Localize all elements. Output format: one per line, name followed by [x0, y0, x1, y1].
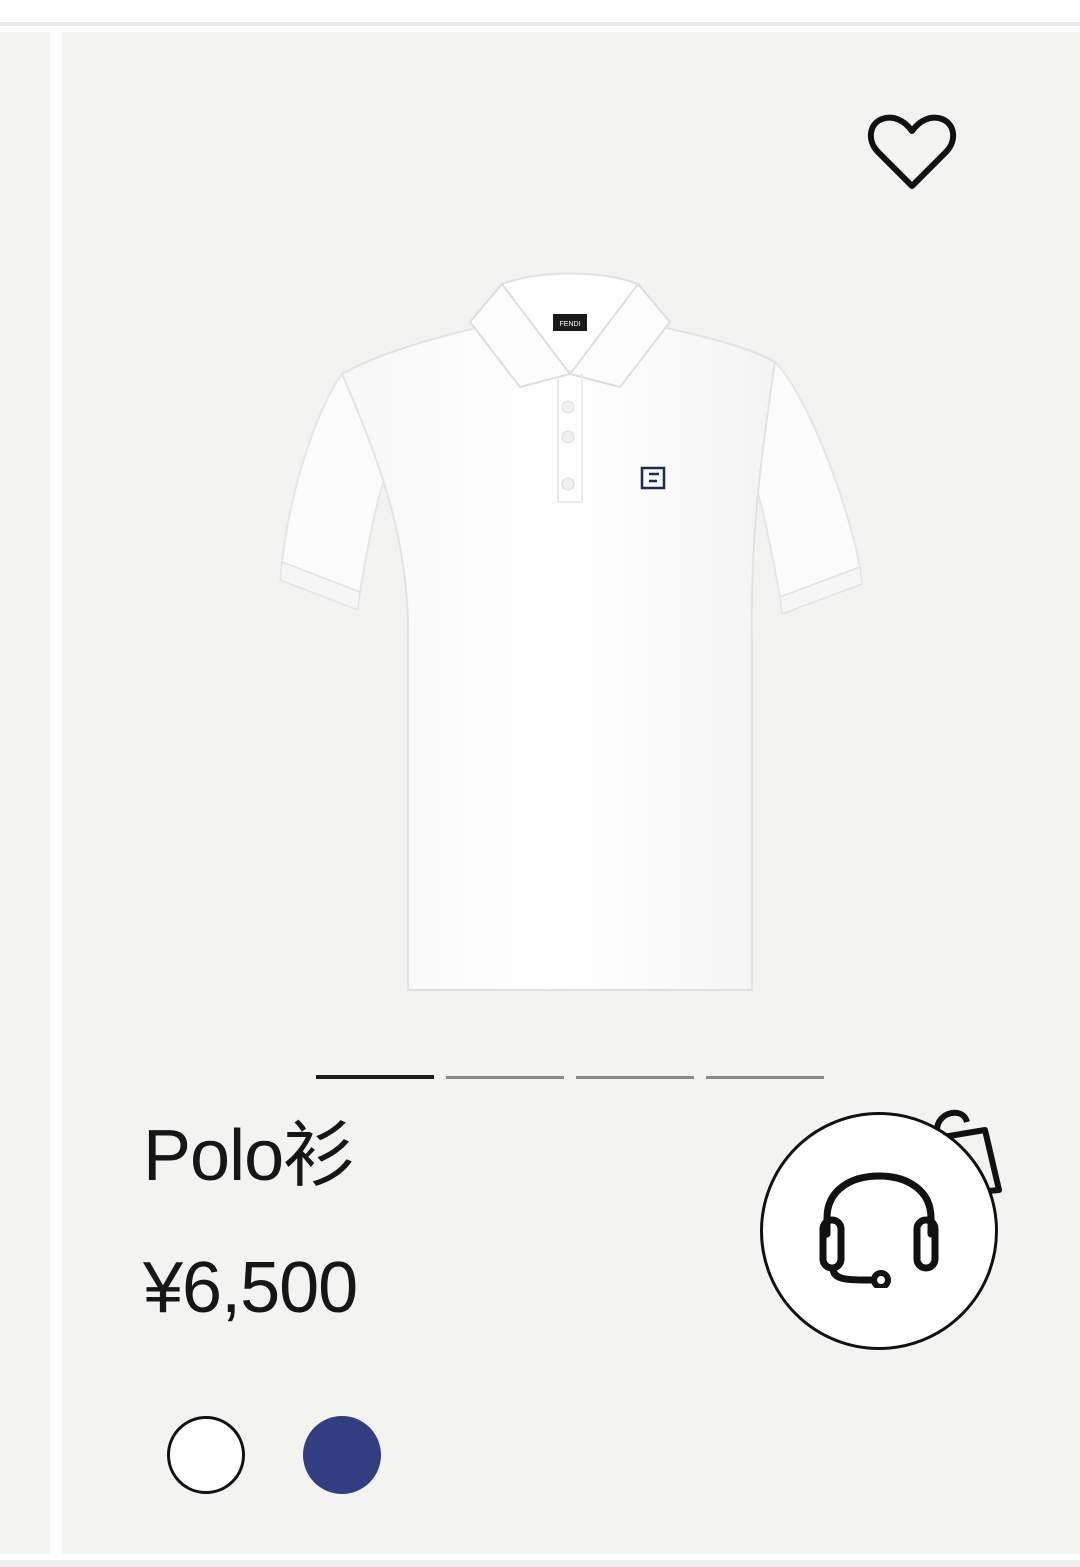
- top-bar: [0, 0, 1080, 22]
- customer-support-button[interactable]: [760, 1112, 998, 1350]
- wishlist-button[interactable]: [866, 112, 958, 194]
- pager-dot-3[interactable]: [576, 1076, 694, 1079]
- previous-product-card-edge[interactable]: [0, 32, 50, 1554]
- pager-dot-2[interactable]: [446, 1076, 564, 1079]
- heart-icon: [868, 114, 956, 189]
- pager-dot-4[interactable]: [706, 1076, 824, 1079]
- product-image[interactable]: FENDI: [270, 262, 870, 1007]
- color-swatch-white[interactable]: [167, 1416, 245, 1494]
- pager-dot-1[interactable]: [316, 1075, 434, 1079]
- product-price: ¥6,500: [143, 1248, 358, 1328]
- product-name[interactable]: Polo衫: [143, 1120, 355, 1192]
- color-swatch-navy[interactable]: [303, 1416, 381, 1494]
- polo-shirt-image: FENDI: [279, 272, 863, 991]
- headset-icon: [819, 1172, 939, 1288]
- top-divider: [0, 22, 1080, 26]
- image-pager: [316, 1075, 824, 1079]
- bottom-divider: [0, 1560, 1080, 1567]
- neck-label-text: FENDI: [560, 321, 581, 328]
